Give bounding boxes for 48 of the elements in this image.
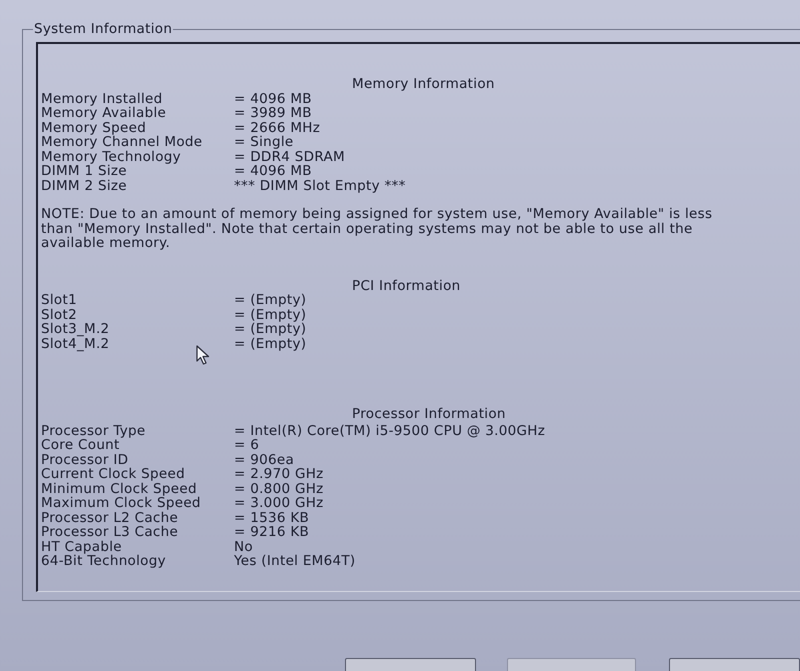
field-label: 64-Bit Technology: [41, 554, 166, 568]
group-title: System Information: [33, 22, 174, 37]
field-value: = Single: [234, 135, 294, 150]
field-value: = 1536 KB: [234, 510, 310, 525]
field-label: Memory Available: [41, 106, 166, 120]
field-value: = 6: [234, 438, 260, 452]
field-value: = (Empty): [234, 308, 306, 322]
field-value: = 3989 MB: [234, 106, 312, 120]
field-label: DIMM 2 Size: [41, 178, 127, 193]
field-label: Slot1: [41, 293, 77, 308]
section-heading: PCI Information: [352, 278, 460, 294]
field-value: = 3.000 GHz: [234, 496, 324, 510]
field-label: Slot2: [41, 308, 77, 322]
field-label: Memory Speed: [41, 120, 146, 135]
field-label: Minimum Clock Speed: [41, 482, 197, 496]
field-value: *** DIMM Slot Empty ***: [234, 178, 406, 193]
field-value: = (Empty): [234, 322, 306, 336]
field-value: = 906ea: [234, 452, 294, 467]
field-label: Maximum Clock Speed: [41, 496, 201, 510]
field-label: DIMM 1 Size: [41, 164, 127, 178]
field-label: Memory Installed: [41, 92, 163, 106]
field-value: = 4096 MB: [234, 164, 312, 178]
field-label: Slot3_M.2: [41, 322, 110, 336]
mouse-cursor-icon: [196, 345, 210, 365]
field-value: No: [234, 540, 253, 554]
field-value: = 0.800 GHz: [234, 482, 324, 496]
field-label: Memory Channel Mode: [41, 135, 202, 150]
note-text: NOTE: Due to an amount of memory being assigned for system use, "Memory Available" is less than "Memory Installed". Note that certain operating systems may not be able to use all the available memory.: [41, 207, 714, 250]
field-label: Core Count: [41, 438, 120, 452]
field-label: Current Clock Speed: [41, 467, 185, 482]
field-value: = (Empty): [234, 336, 306, 351]
field-label: Processor Type: [41, 424, 146, 438]
field-label: Processor L3 Cache: [41, 525, 178, 540]
field-label: HT Capable: [41, 540, 122, 554]
field-value: = 4096 MB: [234, 92, 312, 106]
field-value: = (Empty): [234, 293, 306, 308]
field-value: = 2.970 GHz: [234, 467, 324, 482]
section-heading: Memory Information: [352, 76, 495, 92]
field-value: Yes (Intel EM64T): [234, 554, 356, 568]
field-label: Memory Technology: [41, 150, 181, 164]
field-value: = DDR4 SDRAM: [234, 150, 345, 164]
field-value: = Intel(R) Core(TM) i5-9500 CPU @ 3.00GHz: [234, 424, 546, 438]
field-label: Processor ID: [41, 452, 128, 467]
field-label: Slot4_M.2: [41, 336, 110, 351]
field-value: = 9216 KB: [234, 525, 310, 540]
field-label: Processor L2 Cache: [41, 510, 178, 525]
field-value: = 2666 MHz: [234, 120, 320, 135]
section-heading: Processor Information: [352, 406, 506, 422]
